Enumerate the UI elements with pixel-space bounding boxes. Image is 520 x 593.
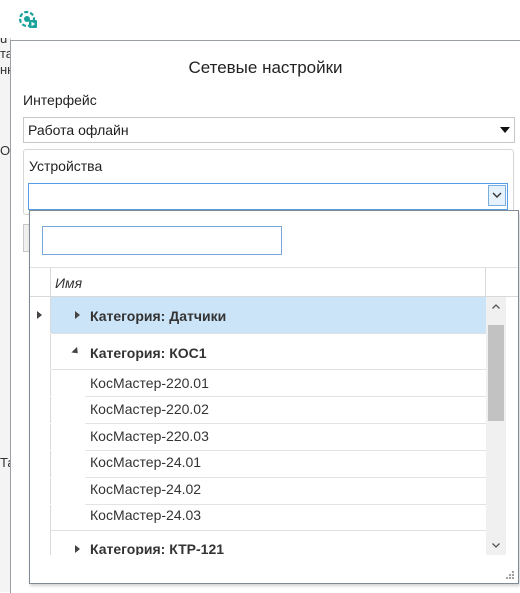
- category-label: Категория: КОС1: [90, 345, 207, 361]
- column-header-name[interactable]: Имя: [55, 275, 82, 291]
- list-item[interactable]: КосМастер-220.03: [30, 424, 486, 450]
- device-tree[interactable]: Категория: Датчики Категория: КОС1 КосМа…: [30, 297, 486, 555]
- row-indicator: [30, 370, 51, 396]
- resize-grip-icon[interactable]: [505, 570, 515, 580]
- vertical-scrollbar[interactable]: [486, 297, 506, 555]
- row-indicator: [30, 478, 51, 504]
- background-text: u: [0, 38, 8, 46]
- devices-combobox[interactable]: [28, 183, 508, 210]
- search-input[interactable]: [42, 226, 282, 255]
- devices-dropdown-popup: Имя Категория: Датчики Категория: КОС1 К…: [29, 210, 519, 584]
- scroll-down-icon[interactable]: [492, 543, 500, 548]
- list-item[interactable]: КосМастер-24.03: [30, 505, 486, 531]
- category-row-ktr121[interactable]: Категория: КТР-121: [30, 531, 486, 555]
- row-indicator: [30, 451, 51, 477]
- dialog-title: Сетевые настройки: [188, 58, 343, 77]
- column-divider: [485, 268, 486, 296]
- row-indicator: [30, 424, 51, 450]
- device-label: КосМастер-24.01: [90, 454, 202, 470]
- list-item[interactable]: КосМастер-220.01: [30, 370, 486, 396]
- list-item[interactable]: КосМастер-24.01: [30, 451, 486, 477]
- app-icon: [18, 10, 37, 28]
- row-indicator: [30, 334, 51, 369]
- row-indicator-icon: [37, 311, 42, 319]
- title-bar: [0, 0, 520, 38]
- device-label: КосМастер-220.03: [90, 428, 209, 444]
- devices-label: Устройства: [29, 158, 103, 174]
- background-text: О: [0, 143, 11, 158]
- chevron-down-icon: [492, 192, 502, 198]
- row-indicator: [30, 531, 51, 555]
- category-label: Категория: КТР-121: [90, 541, 225, 555]
- row-indicator-header: [30, 268, 51, 296]
- interface-label: Интерфейс: [23, 92, 97, 108]
- interface-combobox[interactable]: Работа офлайн: [23, 117, 515, 143]
- devices-dropdown-button[interactable]: [488, 185, 506, 206]
- device-label: КосМастер-220.01: [90, 375, 209, 391]
- collapse-arrow-icon[interactable]: [71, 346, 81, 357]
- expand-arrow-icon[interactable]: [75, 311, 80, 319]
- row-indicator: [30, 297, 51, 333]
- row-indicator: [30, 397, 51, 423]
- list-item[interactable]: КосМастер-24.02: [30, 478, 486, 504]
- network-settings-dialog: Сетевые настройки Интерфейс Работа офлай…: [10, 40, 520, 593]
- category-row-sensors[interactable]: Категория: Датчики: [30, 297, 486, 333]
- expand-arrow-icon[interactable]: [75, 545, 80, 553]
- device-label: КосМастер-24.03: [90, 507, 202, 523]
- scroll-thumb[interactable]: [488, 325, 504, 421]
- category-label: Категория: Датчики: [90, 308, 227, 324]
- scroll-up-icon[interactable]: [492, 304, 500, 309]
- dropdown-arrow-icon[interactable]: [500, 127, 510, 133]
- grid-header: Имя: [30, 268, 518, 297]
- device-label: КосМастер-24.02: [90, 481, 202, 497]
- category-row-kos1[interactable]: Категория: КОС1: [30, 334, 486, 369]
- list-item[interactable]: КосМастер-220.02: [30, 397, 486, 423]
- interface-value: Работа офлайн: [28, 122, 129, 138]
- row-indicator: [30, 505, 51, 531]
- device-label: КосМастер-220.02: [90, 401, 209, 417]
